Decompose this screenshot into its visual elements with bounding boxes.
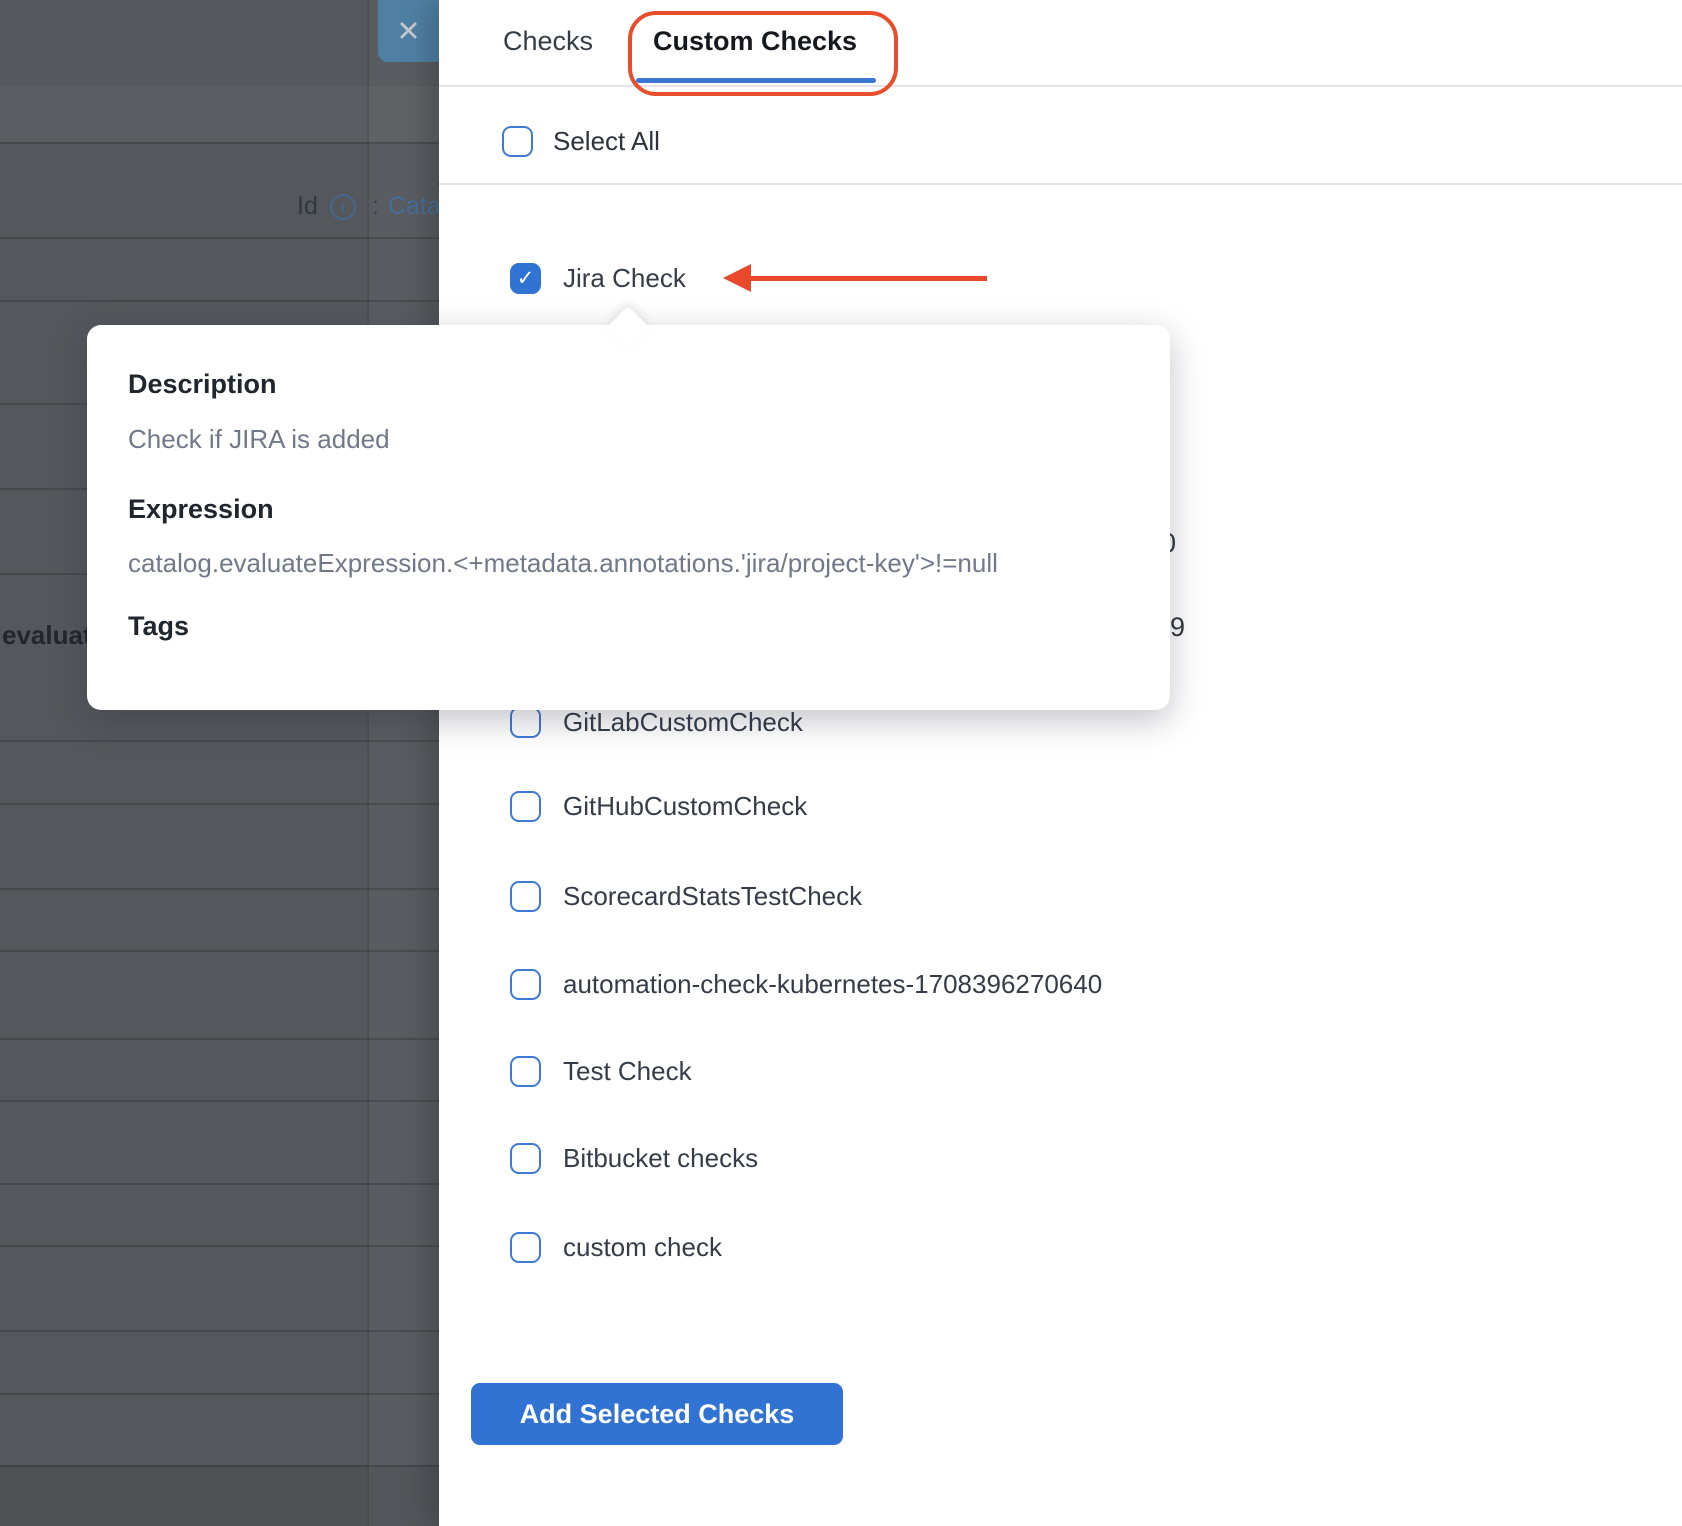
header-link-fragment: Cata	[388, 192, 441, 221]
check-item-row: Bitbucket checks	[510, 1143, 758, 1174]
dim-table-row-line	[0, 1330, 439, 1332]
check-item-checkbox[interactable]	[510, 707, 541, 738]
tab-custom-checks[interactable]: Custom Checks	[653, 26, 857, 57]
dim-table-row-line	[0, 1038, 439, 1040]
check-item-label: GitHubCustomCheck	[563, 791, 807, 822]
check-item-label: Jira Check	[563, 263, 686, 294]
check-item-checkbox[interactable]	[510, 969, 541, 1000]
check-item-row: ✓ Jira Check	[510, 263, 686, 294]
dim-row-label-fragment: evaluat	[2, 620, 92, 651]
tabs-divider	[439, 85, 1682, 87]
close-icon: ✕	[396, 14, 420, 49]
check-item-row: ScorecardStatsTestCheck	[510, 881, 862, 912]
check-item-label: ScorecardStatsTestCheck	[563, 881, 862, 912]
tooltip-description-value: Check if JIRA is added	[128, 424, 390, 455]
check-item-label: Bitbucket checks	[563, 1143, 758, 1174]
custom-checks-panel: Checks Custom Checks Select All 0 9 ✓Jir…	[439, 0, 1682, 1526]
dim-table-row-line	[0, 1100, 439, 1102]
check-item-row: Test Check	[510, 1056, 692, 1087]
tab-checks[interactable]: Checks	[503, 26, 593, 57]
add-selected-checks-button[interactable]: Add Selected Checks	[471, 1383, 843, 1445]
tooltip-description-heading: Description	[128, 369, 277, 400]
dim-table-row-line	[0, 1393, 439, 1395]
check-item-row: GitLabCustomCheck	[510, 707, 803, 738]
check-item-row: GitHubCustomCheck	[510, 791, 807, 822]
dim-table-row-line	[0, 1183, 439, 1185]
select-all-row: Select All	[502, 126, 660, 157]
check-icon: ✓	[512, 265, 539, 292]
dim-table-header: Id i : Cata	[297, 192, 441, 221]
close-button[interactable]: ✕	[378, 0, 439, 62]
dim-table-row-line	[0, 740, 439, 742]
dim-table-row-line	[0, 950, 439, 952]
select-all-checkbox[interactable]	[502, 126, 533, 157]
select-all-divider	[439, 183, 1682, 185]
check-item-checkbox[interactable]	[510, 1143, 541, 1174]
dim-table-row-line	[0, 888, 439, 890]
dim-table-row-line	[0, 1245, 439, 1247]
dim-table-row-line	[0, 237, 439, 239]
header-colon: :	[372, 192, 379, 221]
screen: Id i : Cata evaluat ✕ Checks Custom Chec…	[0, 0, 1682, 1526]
id-column-label: Id	[297, 192, 318, 221]
check-item-checkbox[interactable]	[510, 1232, 541, 1263]
dim-table-row-line	[0, 142, 439, 144]
check-item-label: GitLabCustomCheck	[563, 707, 803, 738]
dim-table-footer-band	[0, 1465, 439, 1526]
dim-table-column-band	[367, 0, 441, 1526]
check-item-checkbox[interactable]: ✓	[510, 263, 541, 294]
check-item-label: automation-check-kubernetes-170839627064…	[563, 969, 1102, 1000]
check-item-label: custom check	[563, 1232, 722, 1263]
obscured-item-fragment: 9	[1170, 612, 1185, 643]
dim-table-row-line	[0, 300, 439, 302]
check-details-tooltip: Description Check if JIRA is added Expre…	[87, 325, 1170, 710]
check-item-checkbox[interactable]	[510, 1056, 541, 1087]
check-item-checkbox[interactable]	[510, 881, 541, 912]
active-tab-indicator	[636, 78, 876, 83]
tooltip-expression-heading: Expression	[128, 494, 274, 525]
annotation-arrow-head-icon	[723, 264, 751, 292]
check-item-row: custom check	[510, 1232, 722, 1263]
select-all-label: Select All	[553, 126, 660, 157]
annotation-arrow	[747, 276, 987, 281]
tooltip-tags-heading: Tags	[128, 611, 189, 642]
tooltip-expression-value: catalog.evaluateExpression.<+metadata.an…	[128, 548, 998, 579]
check-item-label: Test Check	[563, 1056, 692, 1087]
check-item-row: automation-check-kubernetes-170839627064…	[510, 969, 1102, 1000]
dimmed-background-table: Id i : Cata evaluat ✕	[0, 0, 439, 1526]
check-item-checkbox[interactable]	[510, 791, 541, 822]
info-icon: i	[330, 194, 356, 220]
dim-table-row-line	[0, 803, 439, 805]
